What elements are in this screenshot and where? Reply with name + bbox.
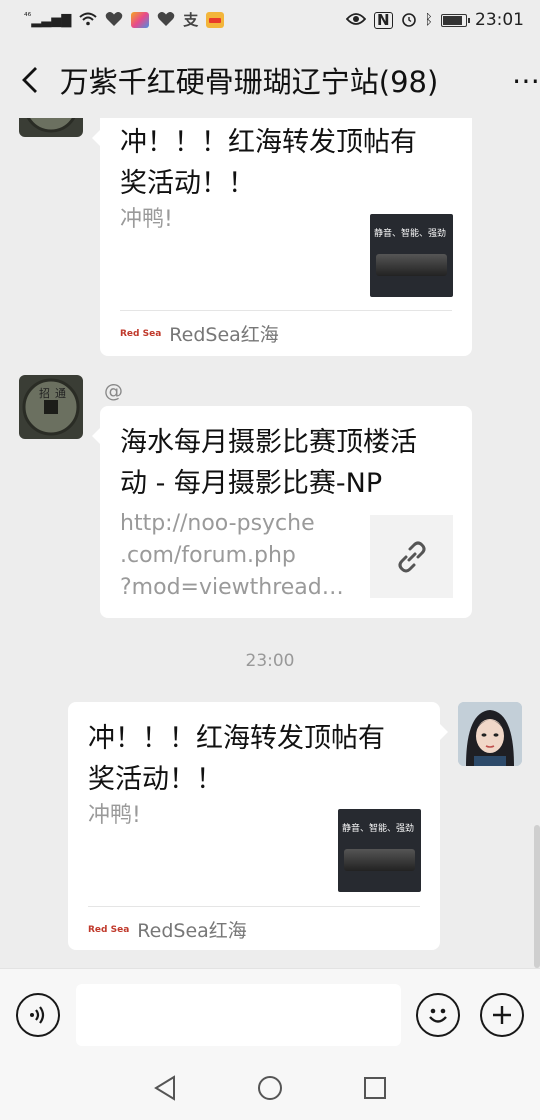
card-title: 海水每月摄影比赛顶楼活 动 - 每月摄影比赛-NP — [120, 427, 417, 499]
eye-icon — [345, 12, 367, 29]
card-description: 冲鸭! — [88, 803, 141, 828]
emoji-button[interactable] — [416, 993, 460, 1037]
card-source: Red Sea RedSea红海 — [88, 916, 247, 943]
nav-recents-button[interactable] — [363, 1076, 387, 1104]
card-source: Red Sea RedSea红海 — [120, 320, 279, 347]
link-card[interactable]: 海水每月摄影比赛顶楼活 动 - 每月摄影比赛-NP http://noo-psy… — [92, 406, 472, 618]
source-name: RedSea红海 — [137, 920, 247, 942]
card-url: http://noo-psyche .com/forum.php ?mod=vi… — [120, 511, 344, 600]
message-input-bar — [0, 968, 540, 1060]
svg-text:招: 招 — [39, 386, 50, 400]
more-options-button[interactable]: ⋯ — [512, 64, 540, 97]
message-text-input[interactable] — [76, 984, 401, 1046]
system-navigation-bar — [0, 1060, 540, 1120]
redsea-logo: Red Sea — [88, 924, 130, 935]
bluetooth-icon: ᛒ — [424, 12, 433, 28]
card-description: 冲鸭! — [120, 207, 173, 232]
nfc-icon: N — [374, 11, 393, 29]
status-bar: ⁴⁶▂▃▅▇ 支 N ᛒ 23:01 — [0, 0, 540, 40]
chat-title: 万紫千红硬骨珊瑚辽宁站(98) — [59, 65, 439, 99]
alarm-icon — [401, 11, 417, 30]
wifi-icon — [79, 12, 97, 29]
card-divider — [120, 310, 452, 311]
card-title: 冲！！！红海转发顶帖有 奖活动！！ — [88, 723, 385, 795]
back-button[interactable] — [0, 40, 60, 120]
circle-home-icon — [258, 1076, 282, 1100]
svg-text:通: 通 — [55, 387, 66, 400]
chat-message-list[interactable]: 冲！！！红海转发顶帖有 奖活动！！ 冲鸭! 静音、智能、强劲 Red Sea R… — [0, 118, 540, 968]
emoji-icon — [429, 1008, 447, 1023]
square-recents-icon — [364, 1077, 386, 1099]
chevron-left-icon — [21, 67, 37, 93]
sender-avatar[interactable] — [19, 118, 83, 137]
link-thumbnail — [370, 515, 453, 598]
plus-icon — [493, 1006, 511, 1024]
app-notification-icon — [131, 12, 150, 28]
link-card[interactable]: 冲！！！红海转发顶帖有 奖活动！！ 冲鸭! 静音、智能、强劲 Red Sea R… — [68, 702, 448, 950]
clock: 23:01 — [475, 10, 524, 30]
card-title: 冲！！！红海转发顶帖有 奖活动！！ — [120, 127, 417, 199]
nav-back-button[interactable] — [153, 1075, 177, 1105]
source-name: RedSea红海 — [169, 324, 279, 346]
cellular-signal-icon: ⁴⁶▂▃▅▇ — [24, 12, 72, 28]
voice-input-button[interactable] — [16, 993, 60, 1037]
nav-home-button[interactable] — [257, 1075, 283, 1105]
weibo-app-icon — [206, 12, 225, 28]
chat-header: 万紫千红硬骨珊瑚辽宁站(98) ⋯ — [0, 40, 540, 120]
triangle-back-icon — [154, 1075, 175, 1101]
self-avatar[interactable] — [458, 702, 522, 766]
message-timestamp: 23:00 — [245, 651, 295, 671]
alipay-icon: 支 — [183, 10, 199, 29]
more-functions-button[interactable] — [480, 993, 524, 1037]
voice-icon — [30, 1006, 45, 1024]
scrollbar[interactable] — [534, 825, 540, 968]
card-divider — [88, 906, 420, 907]
card-thumbnail: 静音、智能、强劲 — [338, 809, 421, 892]
battery-icon — [441, 13, 470, 27]
redsea-logo: Red Sea — [120, 328, 162, 339]
sender-name: @ — [104, 380, 123, 402]
link-icon — [398, 541, 425, 572]
link-card[interactable]: 冲！！！红海转发顶帖有 奖活动！！ 冲鸭! 静音、智能、强劲 Red Sea R… — [92, 118, 472, 356]
sender-avatar[interactable]: 招通 — [19, 375, 83, 439]
heart-app-icon — [157, 11, 175, 30]
card-thumbnail: 静音、智能、强劲 — [370, 214, 453, 297]
health-app-icon — [105, 11, 123, 30]
